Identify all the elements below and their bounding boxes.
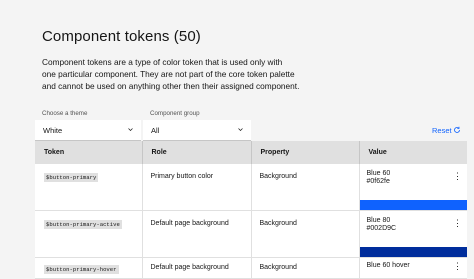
description-line: and cannot be used on anything other the… xyxy=(42,81,300,92)
role-text: Default page background xyxy=(150,220,229,227)
value-hex: #002D9C xyxy=(366,225,397,232)
value-name: Blue 80 xyxy=(366,217,391,224)
table-row: $button-primary Primary button color Bac… xyxy=(35,164,467,211)
reset-icon[interactable] xyxy=(453,126,461,134)
property-text: Background xyxy=(259,220,297,227)
theme-label: Choose a theme xyxy=(42,110,88,117)
token-table: Token Role Property Value $button-primar… xyxy=(35,141,467,279)
value-hex: #0f62fe xyxy=(366,178,390,185)
reset-button[interactable]: Reset xyxy=(432,126,452,135)
table-header-row: Token Role Property Value xyxy=(35,141,467,164)
header-role[interactable]: Role xyxy=(142,141,252,164)
group-label: Component group xyxy=(150,110,200,117)
group-select[interactable]: All xyxy=(143,120,251,141)
theme-select-value: White xyxy=(43,126,63,135)
group-select-value: All xyxy=(151,126,160,135)
overflow-menu-icon[interactable]: ⋮ xyxy=(453,172,462,181)
chevron-down-icon xyxy=(238,128,243,131)
description-line: one particular component. They are not p… xyxy=(42,69,295,80)
table-row: $button-primary-active Default page back… xyxy=(35,210,467,258)
header-token[interactable]: Token xyxy=(35,141,143,164)
value-name: Blue 60 hover xyxy=(366,262,410,269)
property-text: Background xyxy=(259,173,297,180)
header-value[interactable]: Value xyxy=(359,141,467,164)
chevron-down-icon xyxy=(128,128,133,131)
header-property[interactable]: Property xyxy=(251,141,360,164)
table-row: $button-primary-hover Default page backg… xyxy=(35,257,467,279)
token-code: $button-primary xyxy=(44,173,99,182)
color-swatch xyxy=(359,200,467,210)
overflow-menu-icon[interactable]: ⋮ xyxy=(453,219,462,228)
page-title: Component tokens (50) xyxy=(42,28,201,45)
theme-select[interactable]: White xyxy=(35,120,141,141)
color-swatch xyxy=(359,247,467,257)
description-line: Component tokens are a type of color tok… xyxy=(42,57,283,67)
role-text: Primary button color xyxy=(150,173,214,180)
token-code: $button-primary-active xyxy=(44,220,122,229)
value-name: Blue 60 xyxy=(366,170,391,177)
page-description: Component tokens are a type of color tok… xyxy=(42,56,302,93)
